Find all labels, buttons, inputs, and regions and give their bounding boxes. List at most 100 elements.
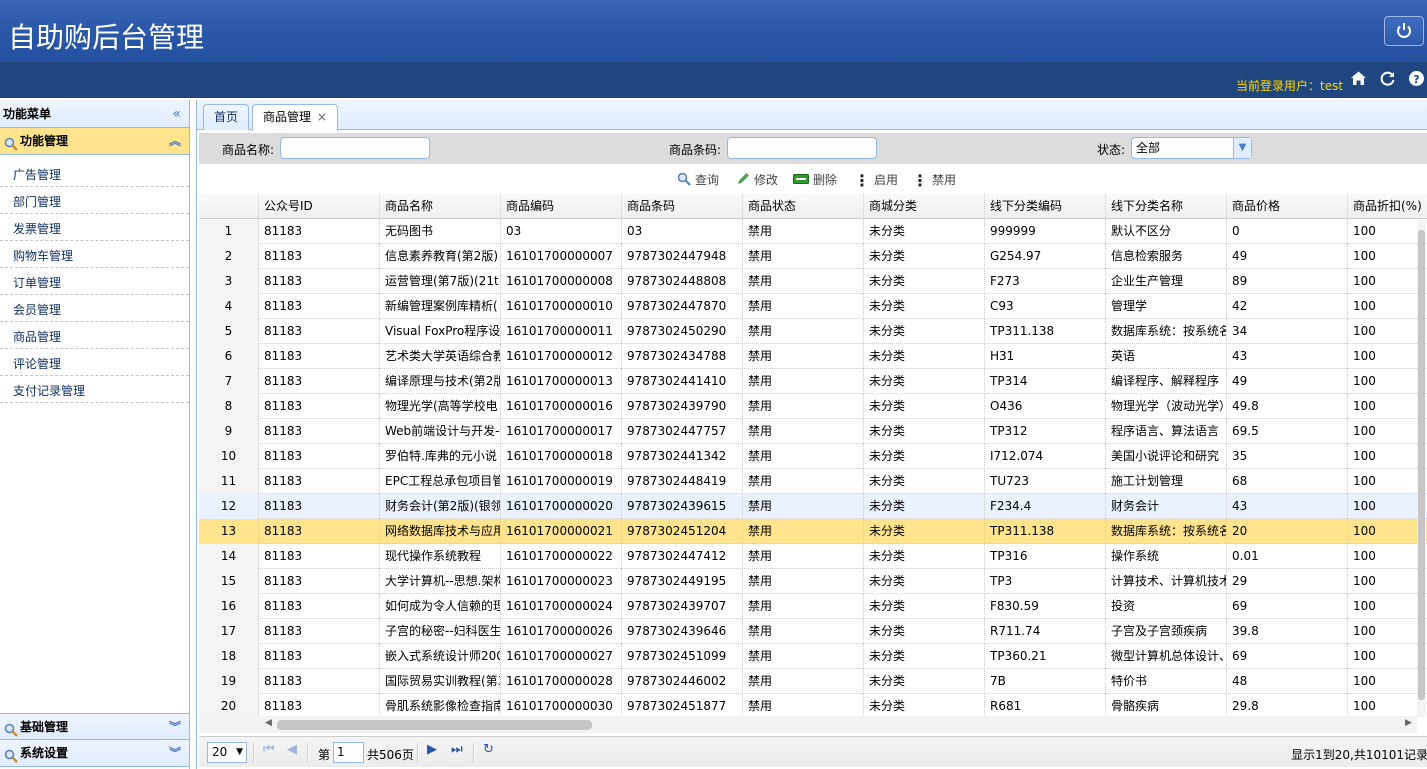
vertical-scrollbar[interactable] bbox=[1417, 220, 1426, 717]
barcode-input[interactable] bbox=[727, 137, 877, 159]
table-row[interactable]: 6 81183 艺术类大学英语综合教 16101700000012 9787302434… bbox=[199, 344, 1427, 369]
scroll-left-icon[interactable]: ◀ bbox=[265, 718, 272, 728]
table-cell: 编译程序、解释程序 bbox=[1106, 369, 1227, 394]
table-row[interactable]: 19 81183 国际贸易实训教程(第3 16101700000028 97873024… bbox=[199, 669, 1427, 694]
table-row[interactable]: 18 81183 嵌入式系统设计师200 16101700000027 97873024… bbox=[199, 644, 1427, 669]
page-size-select[interactable]: 20 ▼ bbox=[207, 742, 247, 763]
reload-icon[interactable]: ↻ bbox=[483, 742, 494, 757]
horizontal-scrollbar[interactable]: ◀ ▶ bbox=[199, 716, 1417, 733]
disable-button[interactable]: ⋮ 禁用 bbox=[912, 171, 956, 190]
table-row[interactable]: 5 81183 Visual FoxPro程序设 16101700000011 9787… bbox=[199, 319, 1427, 344]
page-number-input[interactable]: 1 bbox=[333, 742, 364, 763]
tab-home[interactable]: 首页 bbox=[203, 104, 250, 130]
table-row[interactable]: 7 81183 编译原理与技术(第2版 16101700000013 978730244… bbox=[199, 369, 1427, 394]
prev-page-icon[interactable]: ◀ bbox=[287, 742, 297, 757]
edit-button[interactable]: 修改 bbox=[736, 171, 778, 189]
table-cell: 100 bbox=[1348, 519, 1427, 544]
menu-item[interactable]: 发票管理 bbox=[0, 214, 189, 241]
menu-item[interactable]: 部门管理 bbox=[0, 187, 189, 214]
expand-down-icon[interactable]: ︾ bbox=[169, 714, 181, 741]
collapse-sidebar-icon[interactable]: « bbox=[172, 100, 181, 128]
table-row[interactable]: 4 81183 新编管理案例库精析(16101700000010 9787302447… bbox=[199, 294, 1427, 319]
table-row[interactable]: 1 81183 无码图书 03 03 禁用 未分类 999999 默认不区分 0 100 bbox=[199, 219, 1427, 244]
table-cell: 禁用 bbox=[743, 344, 864, 369]
accordion-system-settings[interactable]: 系统设置 ︾ bbox=[0, 740, 189, 767]
table-row[interactable]: 13 81183 网络数据库技术与应用 16101700000021 978730245… bbox=[199, 519, 1427, 544]
refresh-icon[interactable] bbox=[1379, 70, 1397, 88]
column-header[interactable]: 商品状态 bbox=[743, 194, 864, 219]
menu-item[interactable]: 购物车管理 bbox=[0, 241, 189, 268]
column-header[interactable]: 商品条码 bbox=[622, 194, 743, 219]
last-page-icon[interactable]: ⏭ bbox=[451, 742, 463, 757]
query-button[interactable]: 查询 bbox=[677, 171, 719, 189]
chevron-down-icon[interactable]: ▼ bbox=[1233, 138, 1251, 158]
close-tab-icon[interactable]: × bbox=[317, 110, 327, 124]
column-header[interactable]: 商品编码 bbox=[501, 194, 622, 219]
column-header[interactable]: 线下分类名称 bbox=[1106, 194, 1227, 219]
table-cell: 程序语言、算法语言 bbox=[1106, 419, 1227, 444]
table-row[interactable]: 11 81183 EPC工程总承包项目管 16101700000019 97873024… bbox=[199, 469, 1427, 494]
menu-item[interactable]: 会员管理 bbox=[0, 295, 189, 322]
page-size-value: 20 bbox=[212, 745, 228, 759]
table-cell: 43 bbox=[1227, 344, 1348, 369]
scroll-thumb[interactable] bbox=[277, 720, 592, 730]
table-row[interactable]: 17 81183 子宫的秘密--妇科医生 16101700000026 97873024… bbox=[199, 619, 1427, 644]
column-header[interactable]: 商品价格 bbox=[1227, 194, 1348, 219]
row-number: 18 bbox=[199, 644, 259, 669]
table-cell: 9787302441410 bbox=[622, 369, 743, 394]
expand-down-icon[interactable]: ︾ bbox=[169, 740, 181, 767]
table-row[interactable]: 9 81183 Web前端设计与开发- 16101700000017 978730244… bbox=[199, 419, 1427, 444]
table-cell: 禁用 bbox=[743, 519, 864, 544]
menu-item[interactable]: 评论管理 bbox=[0, 349, 189, 376]
accordion-basic-management[interactable]: 基础管理 ︾ bbox=[0, 713, 189, 740]
table-cell: 数据库系统：按系统名 bbox=[1106, 319, 1227, 344]
first-page-icon[interactable]: ⏮ bbox=[263, 742, 275, 757]
table-cell: 100 bbox=[1348, 419, 1427, 444]
table-cell: 16101700000026 bbox=[501, 619, 622, 644]
table-row[interactable]: 20 81183 骨肌系统影像检查指南 16101700000030 978730245… bbox=[199, 694, 1427, 716]
table-row[interactable]: 8 81183 物理光学(高等学校电 16101700000016 9787302439… bbox=[199, 394, 1427, 419]
table-row[interactable]: 16 81183 如何成为令人信赖的理 16101700000024 978730243… bbox=[199, 594, 1427, 619]
home-icon[interactable] bbox=[1350, 70, 1368, 88]
table-row[interactable]: 3 81183 运营管理(第7版)(21t 16101700000008 9787302… bbox=[199, 269, 1427, 294]
table-row[interactable]: 14 81183 现代操作系统教程 16101700000022 97873024474… bbox=[199, 544, 1427, 569]
help-icon[interactable]: ? bbox=[1408, 70, 1426, 88]
table-cell: 100 bbox=[1348, 219, 1427, 244]
table-cell: 未分类 bbox=[864, 444, 985, 469]
table-cell: TP311.138 bbox=[985, 319, 1106, 344]
column-header[interactable]: 商品名称 bbox=[380, 194, 501, 219]
row-number: 12 bbox=[199, 494, 259, 519]
current-user-label: 当前登录用户：test bbox=[1236, 79, 1344, 93]
enable-button[interactable]: ⋮ 启用 bbox=[854, 171, 898, 190]
tab-product-management[interactable]: 商品管理 × bbox=[252, 104, 338, 131]
scroll-thumb[interactable] bbox=[1418, 230, 1425, 700]
table-cell: H31 bbox=[985, 344, 1106, 369]
column-header[interactable]: 公众号ID bbox=[259, 194, 380, 219]
column-header[interactable]: 商城分类 bbox=[864, 194, 985, 219]
accordion-function-management[interactable]: 功能管理 ︽ bbox=[0, 128, 189, 155]
table-cell: 投资 bbox=[1106, 594, 1227, 619]
column-header[interactable]: 商品折扣(%) bbox=[1348, 194, 1427, 219]
table-cell: 运营管理(第7版)(21t bbox=[380, 269, 501, 294]
collapse-up-icon[interactable]: ︽ bbox=[169, 128, 181, 155]
table-row[interactable]: 2 81183 信息素养教育(第2版) 16101700000007 978730244… bbox=[199, 244, 1427, 269]
product-name-input[interactable] bbox=[280, 137, 430, 159]
next-page-icon[interactable]: ▶ bbox=[427, 742, 437, 757]
table-row[interactable]: 12 81183 财务会计(第2版)(银领 16101700000020 9787302… bbox=[199, 494, 1427, 519]
status-select[interactable]: 全部 ▼ bbox=[1131, 137, 1252, 159]
delete-button[interactable]: 删除 bbox=[793, 171, 837, 188]
table-cell: 16101700000011 bbox=[501, 319, 622, 344]
separator bbox=[307, 743, 309, 762]
table-row[interactable]: 10 81183 罗伯特.库弗的元小说 16101700000018 978730244… bbox=[199, 444, 1427, 469]
menu-item[interactable]: 商品管理 bbox=[0, 322, 189, 349]
table-cell: 未分类 bbox=[864, 669, 985, 694]
menu-item[interactable]: 订单管理 bbox=[0, 268, 189, 295]
table-cell: 7B bbox=[985, 669, 1106, 694]
table-row[interactable]: 15 81183 大学计算机--思想.架构 16101700000023 9787302… bbox=[199, 569, 1427, 594]
table-cell: 未分类 bbox=[864, 219, 985, 244]
menu-item[interactable]: 支付记录管理 bbox=[0, 376, 189, 403]
scroll-right-icon[interactable]: ▶ bbox=[1405, 718, 1412, 728]
menu-item[interactable]: 广告管理 bbox=[0, 160, 189, 187]
column-header[interactable]: 线下分类编码 bbox=[985, 194, 1106, 219]
logout-button[interactable] bbox=[1384, 16, 1424, 46]
